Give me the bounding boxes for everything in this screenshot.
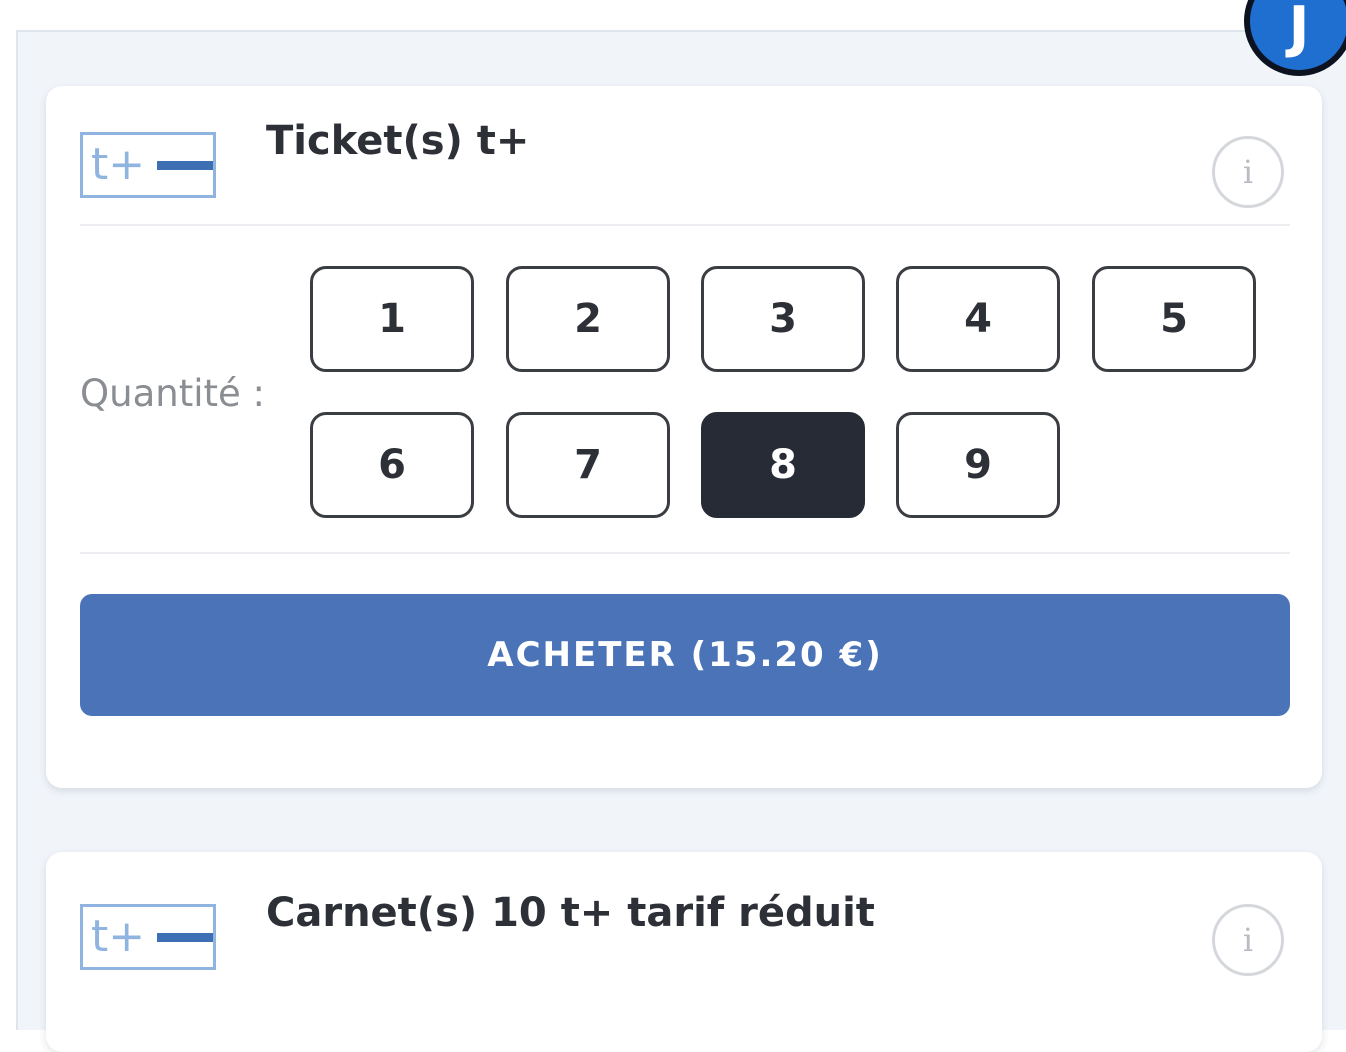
info-icon[interactable]: i [1212,136,1284,208]
quantity-option-1[interactable]: 1 [310,266,474,372]
logo-text: t+ [91,139,146,190]
quantity-option-3[interactable]: 3 [701,266,865,372]
product-card-ticket-t-plus: t+ Ticket(s) t+ i Quantité : 1 2 3 4 5 6… [46,86,1322,788]
quantity-label: Quantité : [80,372,265,415]
quantity-option-4[interactable]: 4 [896,266,1060,372]
logo-text: t+ [91,911,146,962]
buy-button[interactable]: ACHETER (15.20 €) [80,594,1290,716]
divider [80,552,1290,554]
avatar-initial: J [1288,0,1310,60]
quantity-option-5[interactable]: 5 [1092,266,1256,372]
product-card-carnet-reduit: t+ Carnet(s) 10 t+ tarif réduit i [46,852,1322,1052]
quantity-option-6[interactable]: 6 [310,412,474,518]
ticket-t-plus-logo: t+ [80,904,216,970]
quantity-option-8-selected[interactable]: 8 [701,412,865,518]
quantity-option-7[interactable]: 7 [506,412,670,518]
info-symbol: i [1242,921,1254,959]
quantity-option-9[interactable]: 9 [896,412,1060,518]
info-symbol: i [1242,153,1254,191]
logo-bar [157,933,213,942]
logo-bar [157,161,213,170]
divider [80,224,1290,226]
info-icon[interactable]: i [1212,904,1284,976]
product-title: Carnet(s) 10 t+ tarif réduit [266,890,875,936]
quantity-option-2[interactable]: 2 [506,266,670,372]
product-title: Ticket(s) t+ [266,118,530,164]
ticket-t-plus-logo: t+ [80,132,216,198]
